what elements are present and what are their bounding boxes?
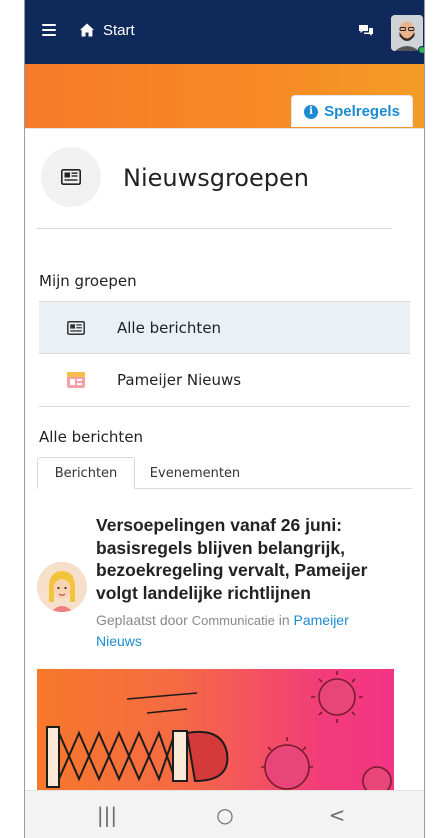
home-link-label[interactable]: Start	[103, 22, 135, 39]
tab-posts[interactable]: Berichten	[37, 457, 135, 489]
post-meta-prefix: Geplaatst door	[96, 612, 188, 628]
info-icon: i	[304, 104, 319, 119]
all-posts-heading: Alle berichten	[39, 428, 144, 446]
divider	[37, 228, 392, 229]
feed-tabs: Berichten Evenementen	[37, 457, 412, 489]
newspaper-icon	[67, 321, 85, 335]
rules-button-label: Spelregels	[324, 103, 400, 120]
group-item-pameijer-nieuws[interactable]: Pameijer Nieuws	[39, 354, 410, 407]
back-button[interactable]: <	[325, 803, 349, 827]
group-list: Alle berichten Pameijer Nieuws	[39, 301, 410, 407]
post-meta-in: in	[278, 612, 290, 628]
chat-icon[interactable]	[358, 24, 374, 38]
page-header: Nieuwsgroepen	[37, 147, 412, 209]
group-thumbnail	[67, 372, 85, 388]
recent-apps-button[interactable]: |||	[95, 803, 119, 827]
post-title[interactable]: Versoepelingen vanaf 26 juni: basisregel…	[96, 514, 410, 604]
rules-button[interactable]: i Spelregels	[291, 95, 413, 127]
home-button[interactable]: ○	[213, 803, 237, 827]
group-item-all-posts[interactable]: Alle berichten	[39, 301, 410, 354]
my-groups-heading: Mijn groepen	[39, 272, 137, 290]
hamburger-menu-icon[interactable]	[42, 24, 56, 36]
group-item-label: Alle berichten	[117, 319, 222, 337]
group-item-label: Pameijer Nieuws	[117, 371, 242, 389]
home-icon[interactable]	[79, 22, 95, 38]
post-image[interactable]	[37, 669, 394, 790]
online-status-indicator	[418, 46, 424, 54]
top-navigation-bar: Start	[25, 0, 424, 64]
system-navigation-bar: ||| ○ <	[25, 790, 424, 838]
tab-events[interactable]: Evenementen	[135, 457, 255, 489]
app-screen: Start i Spelregels Nieuwsgroepen Mijn gr…	[25, 0, 424, 838]
author-avatar[interactable]	[37, 562, 87, 612]
post-author[interactable]: Communicatie	[192, 613, 275, 628]
user-avatar[interactable]	[391, 15, 423, 51]
page-title: Nieuwsgroepen	[123, 164, 309, 192]
newspaper-icon	[41, 147, 101, 207]
post-card[interactable]: Versoepelingen vanaf 26 juni: basisregel…	[37, 514, 412, 654]
device-frame-right	[424, 0, 425, 838]
post-meta: Geplaatst door Communicatie in Pameijer …	[96, 610, 396, 651]
